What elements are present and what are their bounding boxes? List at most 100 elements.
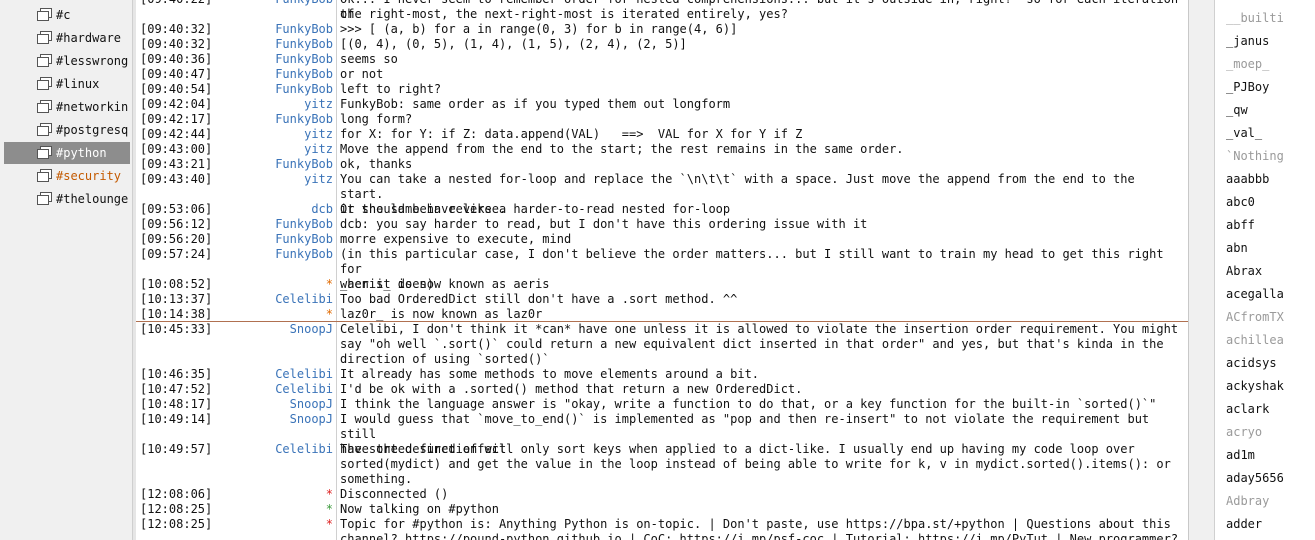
message-row: [10:45:33] SnoopJ Celelibi, I don't think … xyxy=(136,322,1188,367)
message-row: [09:42:44] yitz for X: for Y: if Z: data.a… xyxy=(136,127,1188,142)
message-nick[interactable]: yitz xyxy=(136,127,333,142)
message-nick: * xyxy=(325,517,333,531)
message-row: [10:08:52] * _aeris_ is now known as aeris xyxy=(136,277,1188,292)
channel-label: #networkin xyxy=(56,100,129,114)
channel-item[interactable]: #hardware xyxy=(4,27,130,49)
message-nick[interactable]: FunkyBob xyxy=(136,52,333,67)
message-row: [09:40:47] FunkyBob or not xyxy=(136,67,1188,82)
message-nick[interactable]: yitz xyxy=(136,172,333,187)
message-text: I think the language answer is "okay, wr… xyxy=(340,397,1157,411)
message-nick: * xyxy=(325,307,333,321)
message-row: the right-most, the next-right-most is i… xyxy=(136,7,1188,22)
channel-item[interactable]: #thelounge xyxy=(4,188,130,210)
message-text: >>> [ (a, b) for a in range(0, 3) for b … xyxy=(340,22,738,36)
message-text: morre expensive to execute, mind xyxy=(340,232,572,246)
user-list-item[interactable]: adder xyxy=(1226,517,1262,531)
message-text: Now talking on #python xyxy=(340,502,499,516)
chat-log: [09:40:22]FunkyBobOk... I never seem to … xyxy=(136,0,1189,540)
message-text: It already has some methods to move elem… xyxy=(340,367,760,381)
user-list-item[interactable]: acryo xyxy=(1226,425,1262,439)
message-nick[interactable]: SnoopJ xyxy=(136,322,333,337)
message-text: left to right? xyxy=(340,82,442,96)
message-nick[interactable]: FunkyBob xyxy=(136,247,333,262)
user-list-item[interactable]: ackyshak xyxy=(1226,379,1284,393)
message-nick[interactable]: FunkyBob xyxy=(136,112,333,127)
user-list-item[interactable]: ACfromTX xyxy=(1226,310,1284,324)
message-text: Disconnected () xyxy=(340,487,449,501)
channel-label: #security xyxy=(56,169,122,183)
message-text: dcb: you say harder to read, but I don't… xyxy=(340,217,868,231)
user-list: __builti _janus _moep_ _PJBoy _qw _val_ `Nothi… xyxy=(1214,0,1315,540)
channel-item[interactable]: #security xyxy=(4,165,130,187)
message-row: [10:46:35] Celelibi It already has some me… xyxy=(136,367,1188,382)
message-nick[interactable]: yitz xyxy=(136,97,333,112)
channel-label: #thelounge xyxy=(56,192,129,206)
message-nick[interactable]: Celelibi xyxy=(136,442,333,457)
message-nick[interactable]: FunkyBob xyxy=(136,157,333,172)
user-list-item[interactable]: ad1m xyxy=(1226,448,1255,462)
message-row: [10:49:14] SnoopJ I would guess that `move… xyxy=(136,412,1188,456)
user-list-item[interactable]: acegalla xyxy=(1226,287,1284,301)
message-text: ok, thanks xyxy=(340,157,413,171)
channel-item[interactable]: #python xyxy=(4,142,130,164)
message-nick[interactable]: FunkyBob xyxy=(136,37,333,52)
channel-item[interactable]: #networkin xyxy=(4,96,130,118)
user-list-item[interactable]: _janus xyxy=(1226,34,1269,48)
message-nick[interactable]: Celelibi xyxy=(136,292,333,307)
message-row: [10:13:37] Celelibi Too bad OrderedDict st… xyxy=(136,292,1188,307)
message-row: [09:43:40] yitz You can take a nested for-… xyxy=(136,172,1188,216)
message-text: or not xyxy=(340,67,384,81)
message-nick[interactable]: FunkyBob xyxy=(136,22,333,37)
user-list-item[interactable]: Abrax xyxy=(1226,264,1262,278)
message-nick[interactable]: Celelibi xyxy=(136,382,333,397)
channel-item[interactable]: #c xyxy=(4,4,130,26)
channel-label: #postgresq xyxy=(56,123,129,137)
message-nick: * xyxy=(325,277,333,291)
channel-label: #linux xyxy=(56,77,100,91)
user-list-item[interactable]: aclark xyxy=(1226,402,1269,416)
user-list-item[interactable]: aday5656 xyxy=(1226,471,1284,485)
user-list-item[interactable]: aaabbb xyxy=(1226,172,1269,186)
user-list-item[interactable]: _qw xyxy=(1226,103,1248,117)
message-row: [10:48:17] SnoopJ I think the language ans… xyxy=(136,397,1188,412)
message-nick[interactable]: SnoopJ xyxy=(136,397,333,412)
user-list-item[interactable]: abc0 xyxy=(1226,195,1255,209)
message-nick[interactable]: FunkyBob xyxy=(136,82,333,97)
channel-item[interactable]: #linux xyxy=(4,73,130,95)
channel-label: #hardware xyxy=(56,31,122,45)
channel-item[interactable]: #postgresq xyxy=(4,119,130,141)
message-row: [09:40:54] FunkyBob left to right? xyxy=(136,82,1188,97)
message-nick[interactable]: FunkyBob xyxy=(136,217,333,232)
user-list-item[interactable]: __builti xyxy=(1226,11,1284,25)
user-list-item[interactable]: acidsys xyxy=(1226,356,1277,370)
message-nick[interactable]: dcb xyxy=(136,202,333,217)
channel-icon xyxy=(37,123,52,137)
message-nick[interactable]: Celelibi xyxy=(136,367,333,382)
message-row: [09:56:20] FunkyBob morre expensive to exe… xyxy=(136,232,1188,247)
message-nick[interactable]: FunkyBob xyxy=(136,0,333,7)
channel-icon xyxy=(37,100,52,114)
message-nick[interactable]: FunkyBob xyxy=(136,67,333,82)
message-text: [(0, 4), (0, 5), (1, 4), (1, 5), (2, 4),… xyxy=(340,37,687,51)
channel-item[interactable]: #lesswrong xyxy=(4,50,130,72)
user-list-item[interactable]: _moep_ xyxy=(1226,57,1269,71)
channel-icon xyxy=(37,169,52,183)
message-nick[interactable]: SnoopJ xyxy=(136,412,333,427)
message-nick[interactable]: yitz xyxy=(136,142,333,157)
user-list-item[interactable]: _PJBoy xyxy=(1226,80,1269,94)
message-text: The sorted function will only sort keys … xyxy=(340,442,1171,486)
user-list-item[interactable]: `Nothing xyxy=(1226,149,1284,163)
message-row: [10:14:38] * laz0r_ is now known as laz0r xyxy=(136,307,1188,322)
message-row: [09:56:12] FunkyBob dcb: you say harder to… xyxy=(136,217,1188,232)
channel-icon xyxy=(37,77,52,91)
message-row: [10:49:57] Celelibi The sorted function wi… xyxy=(136,442,1188,487)
user-list-item[interactable]: abff xyxy=(1226,218,1255,232)
user-list-item[interactable]: achillea xyxy=(1226,333,1284,347)
message-nick[interactable]: FunkyBob xyxy=(136,232,333,247)
user-list-item[interactable]: _val_ xyxy=(1226,126,1262,140)
user-list-item[interactable]: abn xyxy=(1226,241,1248,255)
message-row: [09:40:36] FunkyBob seems so xyxy=(136,52,1188,67)
message-text: FunkyBob: same order as if you typed the… xyxy=(340,97,731,111)
user-list-item[interactable]: Adbray xyxy=(1226,494,1269,508)
message-text: it should behave like a harder-to-read n… xyxy=(340,202,731,216)
